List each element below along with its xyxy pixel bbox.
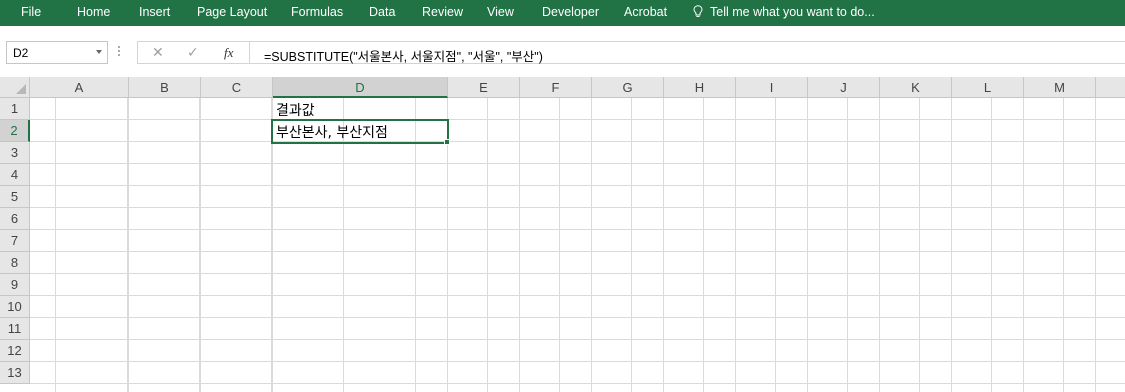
row-header-8[interactable]: 8 (0, 252, 30, 274)
tab-home[interactable]: Home (77, 5, 110, 19)
row-header-6[interactable]: 6 (0, 208, 30, 230)
row-header-3[interactable]: 3 (0, 142, 30, 164)
tab-file[interactable]: File (21, 5, 41, 19)
formula-input[interactable]: =SUBSTITUTE("서울본사, 서울지점", "서울", "부산") (249, 41, 1125, 64)
name-box[interactable]: D2 (6, 41, 108, 64)
insert-function-icon[interactable]: fx (224, 45, 233, 61)
column-header-d[interactable]: D (273, 77, 448, 98)
tab-insert[interactable]: Insert (139, 5, 170, 19)
column-header-e[interactable]: E (448, 77, 520, 98)
row-header-9[interactable]: 9 (0, 274, 30, 296)
column-header-f[interactable]: F (520, 77, 592, 98)
tab-data[interactable]: Data (369, 5, 395, 19)
cell-d1[interactable]: 결과값 (276, 100, 315, 120)
formula-bar-area: D2 ✕ ✓ fx =SUBSTITUTE("서울본사, 서울지점", "서울"… (0, 26, 1125, 77)
ribbon: File Home Insert Page Layout Formulas Da… (0, 0, 1125, 26)
row-header-2[interactable]: 2 (0, 120, 30, 142)
column-header-a[interactable]: A (30, 77, 129, 98)
column-header-l[interactable]: L (952, 77, 1024, 98)
row-header-5[interactable]: 5 (0, 186, 30, 208)
formula-buttons: ✕ ✓ fx (137, 41, 249, 64)
grip-icon[interactable] (118, 46, 121, 59)
column-header-m[interactable]: M (1024, 77, 1096, 98)
active-cell-border (271, 119, 449, 144)
column-header-i[interactable]: I (736, 77, 808, 98)
column-header-j[interactable]: J (808, 77, 880, 98)
spreadsheet-grid: A B C D E F G H I J K L M 1 2 3 4 5 6 7 … (0, 77, 1125, 392)
column-header-k[interactable]: K (880, 77, 952, 98)
row-header-11[interactable]: 11 (0, 318, 30, 340)
fill-handle[interactable] (444, 139, 450, 145)
tab-review[interactable]: Review (422, 5, 463, 19)
column-header-h[interactable]: H (664, 77, 736, 98)
tell-me-search[interactable]: Tell me what you want to do... (693, 5, 875, 19)
tab-page-layout[interactable]: Page Layout (197, 5, 267, 19)
tab-formulas[interactable]: Formulas (291, 5, 343, 19)
row-header-1[interactable]: 1 (0, 98, 30, 120)
name-box-value: D2 (13, 46, 29, 60)
tab-acrobat[interactable]: Acrobat (624, 5, 667, 19)
column-header-b[interactable]: B (129, 77, 201, 98)
row-header-4[interactable]: 4 (0, 164, 30, 186)
row-header-13[interactable]: 13 (0, 362, 30, 384)
enter-icon[interactable]: ✓ (187, 44, 199, 61)
column-header-n[interactable] (1096, 77, 1125, 98)
row-header-7[interactable]: 7 (0, 230, 30, 252)
select-all-button[interactable] (0, 77, 30, 98)
tab-view[interactable]: View (487, 5, 514, 19)
column-header-c[interactable]: C (201, 77, 273, 98)
tab-developer[interactable]: Developer (542, 5, 599, 19)
cell-area[interactable] (30, 98, 1125, 392)
row-header-10[interactable]: 10 (0, 296, 30, 318)
column-header-g[interactable]: G (592, 77, 664, 98)
cancel-icon[interactable]: ✕ (152, 44, 164, 61)
chevron-down-icon[interactable] (96, 50, 102, 54)
lightbulb-icon (693, 5, 703, 17)
row-header-12[interactable]: 12 (0, 340, 30, 362)
tell-me-text: Tell me what you want to do... (710, 5, 875, 19)
